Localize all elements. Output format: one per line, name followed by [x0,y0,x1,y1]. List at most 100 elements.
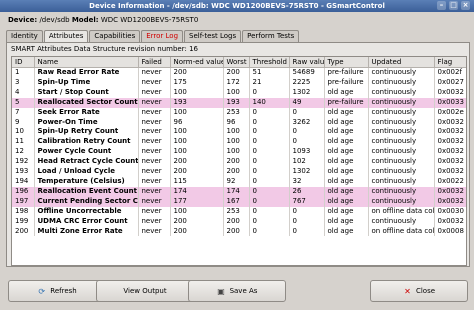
column-header-name[interactable]: Name [34,57,139,68]
cell-type: old age [324,206,369,217]
table-row[interactable]: 1 Raw Read Error Rate never 200 200 51 54689 pr… [12,67,466,78]
table-row[interactable]: 7 Seek Error Rate never 100 253 0 0 old age cont… [12,107,466,118]
column-header-type[interactable]: Type [324,57,369,68]
cell-flag: 0x0032 [434,157,466,168]
cell-failed: never [138,226,171,237]
cell-flag: 0x0032 [434,186,466,197]
cell-flag: 0x002f [434,67,466,78]
close-icon: ✕ [404,286,411,296]
table-row[interactable]: 9 Power-On Time never 96 96 0 3262 old age conti… [12,117,466,128]
minimize-icon[interactable]: – [437,1,446,10]
tab-capabilities[interactable]: Capabilities [89,30,141,42]
cell-worst: 174 [223,186,250,197]
cell-threshold: 140 [249,97,290,108]
table-row[interactable]: 10 Spin-Up Retry Count never 100 100 0 0 old ag… [12,127,466,138]
table-row[interactable]: 194 Temperature (Celsius) never 115 92 0 32 old… [12,176,466,187]
cell-worst: 193 [223,97,250,108]
column-header-normed-value[interactable]: Norm-ed value [170,57,224,68]
cell-threshold: 0 [249,87,290,98]
cell-normed-value: 200 [170,216,224,227]
table-row[interactable]: 11 Calibration Retry Count never 100 100 0 0 ol… [12,137,466,148]
cell-worst: 167 [223,196,250,207]
cell-raw-value: 0 [289,206,325,217]
cell-threshold: 51 [249,67,290,78]
column-header-raw-value[interactable]: Raw value [289,57,325,68]
table-row[interactable]: 3 Spin-Up Time never 175 172 21 2225 pre-failur… [12,77,466,88]
cell-type: old age [324,147,369,158]
table-row[interactable]: 192 Head Retract Cycle Count never 200 200 0 1… [12,157,466,168]
refresh-button[interactable]: ⟳ Refresh [8,280,106,302]
table-row[interactable]: 4 Start / Stop Count never 100 100 0 1302 old a… [12,87,466,98]
tab-bar: Identity Attributes Capabilities Error L… [6,30,300,43]
cell-flag: 0x0032 [434,117,466,128]
cell-worst: 200 [223,157,250,168]
tab-identity[interactable]: Identity [6,30,43,42]
column-header-worst[interactable]: Worst [223,57,250,68]
tab-self-test-logs[interactable]: Self-test Logs [184,30,242,42]
attributes-table: ID Name Failed Norm-ed value Worst Thres… [12,57,466,237]
column-header-flag[interactable]: Flag [434,57,466,68]
window-controls: – □ × [437,1,470,10]
attributes-table-container[interactable]: ID Name Failed Norm-ed value Worst Thres… [11,56,467,266]
cell-worst: 200 [223,67,250,78]
column-header-id[interactable]: ID [12,57,35,68]
save-as-button[interactable]: ▣ Save As [188,280,286,302]
cell-normed-value: 174 [170,186,224,197]
table-row[interactable]: 198 Offline Uncorrectable never 100 253 0 0 old… [12,206,466,217]
table-row[interactable]: 196 Reallocation Event Count never 174 174 0 2… [12,186,466,197]
cell-raw-value: 767 [289,196,325,207]
table-row[interactable]: 200 Multi Zone Error Rate never 200 200 0 0 old… [12,226,466,237]
cell-updated: continuously [368,97,435,108]
close-window-icon[interactable]: × [461,1,470,10]
cell-raw-value: 102 [289,157,325,168]
table-row[interactable]: 197Current Pending Sector Countnever1771… [12,196,466,207]
close-button-label: Close [415,287,436,295]
cell-normed-value: 100 [170,127,224,138]
cell-raw-value: 49 [289,97,325,108]
column-header-updated[interactable]: Updated [368,57,435,68]
cell-normed-value: 100 [170,147,224,158]
column-header-threshold[interactable]: Threshold [249,57,290,68]
view-output-button[interactable]: View Output [96,280,194,302]
cell-updated: continuously [368,176,435,187]
cell-worst: 92 [223,176,250,187]
table-row[interactable]: 5 Reallocated Sector Count never 193 193 140 4… [12,97,466,108]
cell-id: 11 [12,137,35,148]
cell-type: old age [324,167,369,177]
cell-updated: continuously [368,127,435,138]
cell-name: Spin-Up Time [34,77,139,88]
cell-type: old age [324,176,369,187]
cell-updated: continuously [368,167,435,177]
cell-flag: 0x0033 [434,97,466,108]
table-row[interactable]: 193 Load / Unload Cycle never 200 200 0 1302 ol… [12,167,466,177]
column-header-failed[interactable]: Failed [138,57,171,68]
cell-worst: 100 [223,127,250,138]
cell-id: 7 [12,107,35,118]
cell-raw-value: 0 [289,107,325,118]
cell-failed: never [138,117,171,128]
attributes-panel: SMART Attributes Data Structure revision… [6,42,470,267]
tab-perform-tests[interactable]: Perform Tests [242,30,300,42]
table-row[interactable]: 12 Power Cycle Count never 100 100 0 1093 old a… [12,147,466,158]
cell-flag: 0x0032 [434,167,466,177]
maximize-icon[interactable]: □ [449,1,458,10]
cell-failed: never [138,87,171,98]
cell-worst: 253 [223,206,250,217]
table-row[interactable]: 199 UDMA CRC Error Count never 200 200 0 0 old … [12,216,466,227]
tab-error-log[interactable]: Error Log [141,30,184,42]
cell-id: 193 [12,167,35,177]
cell-worst: 100 [223,147,250,158]
close-button[interactable]: ✕ Close [370,280,468,302]
cell-name: Reallocation Event Count [34,186,139,197]
cell-id: 200 [12,226,35,237]
cell-raw-value: 0 [289,216,325,227]
window-titlebar[interactable]: Device Information - /dev/sdb: WDC WD120… [0,0,474,12]
cell-type: old age [324,107,369,118]
model-label: Model: [71,16,99,24]
cell-flag: 0x0027 [434,77,466,88]
device-value: /dev/sdb [39,16,70,24]
cell-threshold: 0 [249,147,290,158]
cell-normed-value: 100 [170,87,224,98]
cell-id: 196 [12,186,35,197]
cell-flag: 0x0032 [434,147,466,158]
